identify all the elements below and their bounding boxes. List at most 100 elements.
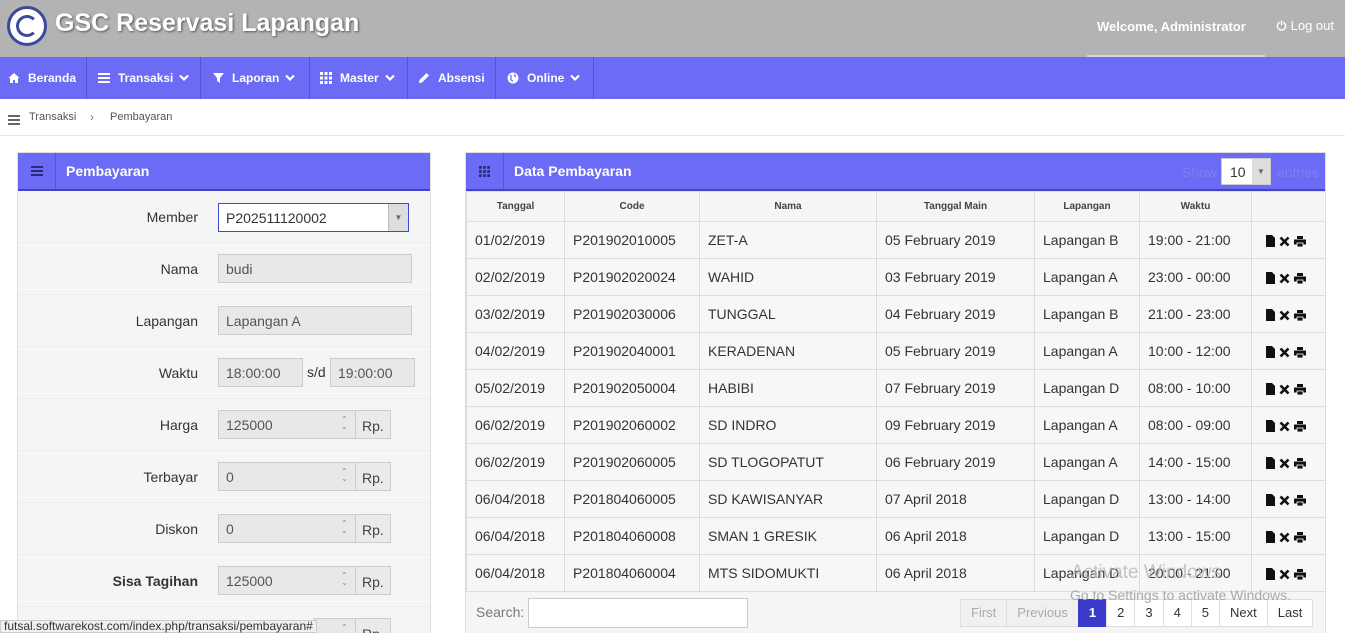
- delete-icon[interactable]: [1279, 273, 1290, 284]
- waktu-to-field[interactable]: 19:00:00: [330, 358, 415, 387]
- pager-previous[interactable]: Previous: [1006, 599, 1079, 627]
- breadcrumb-item-transaksi[interactable]: Transaksi: [29, 111, 76, 123]
- print-receipt-icon[interactable]: [1265, 531, 1275, 544]
- print-receipt-icon[interactable]: [1265, 494, 1275, 507]
- delete-icon[interactable]: [1279, 569, 1290, 580]
- diskon-field[interactable]: 0 ⌃ ⌄: [218, 514, 356, 543]
- chevron-down-icon: [570, 74, 581, 82]
- printer-icon[interactable]: [1294, 309, 1306, 322]
- nav-transaksi[interactable]: Transaksi: [87, 57, 201, 99]
- print-receipt-icon[interactable]: [1265, 346, 1275, 359]
- cell-nama: MTS SIDOMUKTI: [699, 554, 877, 592]
- cell-waktu: 13:00 - 14:00: [1139, 480, 1252, 518]
- pager-last[interactable]: Last: [1266, 599, 1314, 627]
- extra-field[interactable]: ⌃⌄: [314, 618, 356, 633]
- pager-page-5[interactable]: 5: [1190, 599, 1221, 627]
- nav-absensi[interactable]: Absensi: [408, 57, 496, 99]
- page-size-select[interactable]: 10 ▼: [1221, 158, 1271, 185]
- delete-icon[interactable]: [1279, 421, 1290, 432]
- printer-icon[interactable]: [1294, 346, 1306, 359]
- waktu-to-value: 19:00:00: [338, 365, 393, 381]
- app-title: GSC Reservasi Lapangan: [55, 9, 360, 37]
- pager-page-4[interactable]: 4: [1162, 599, 1192, 627]
- cell-tanggal: 06/04/2018: [466, 480, 565, 518]
- nav-master[interactable]: Master: [310, 57, 408, 99]
- col-header-lapangan[interactable]: Lapangan: [1034, 191, 1140, 222]
- pagination: First Previous 1 2 3 4 5 Next Last: [960, 599, 1314, 627]
- spinner-icon[interactable]: ⌃⌄: [340, 520, 349, 536]
- printer-icon[interactable]: [1294, 383, 1306, 396]
- delete-icon[interactable]: [1279, 495, 1290, 506]
- harga-field[interactable]: 125000 ⌃ ⌄: [218, 410, 356, 439]
- cell-code: P201902060005: [564, 443, 700, 481]
- print-receipt-icon[interactable]: [1265, 235, 1275, 248]
- waktu-from-value: 18:00:00: [226, 365, 281, 381]
- cell-lapangan: Lapangan D: [1034, 369, 1140, 407]
- nav-beranda[interactable]: Beranda: [0, 57, 87, 99]
- printer-icon[interactable]: [1294, 494, 1306, 507]
- print-receipt-icon[interactable]: [1265, 457, 1275, 470]
- cell-actions: [1251, 443, 1326, 481]
- member-value: P202511120002: [226, 210, 327, 226]
- list-icon: [8, 115, 20, 125]
- spinner-icon[interactable]: ⌃⌄: [340, 624, 349, 633]
- cell-waktu: 08:00 - 09:00: [1139, 406, 1252, 444]
- delete-icon[interactable]: [1279, 347, 1290, 358]
- pager-page-3[interactable]: 3: [1134, 599, 1164, 627]
- lapangan-field[interactable]: Lapangan A: [218, 306, 412, 335]
- table-row: 06/02/2019 P201902060005 SD TLOGOPATUT 06 F…: [466, 443, 1326, 481]
- print-receipt-icon[interactable]: [1265, 272, 1275, 285]
- nama-field[interactable]: budi: [218, 254, 412, 283]
- pencil-icon: [419, 73, 429, 83]
- cell-code: P201902020024: [564, 258, 700, 296]
- spinner-icon[interactable]: ⌃⌄: [340, 572, 349, 588]
- printer-icon[interactable]: [1294, 420, 1306, 433]
- pager-page-2[interactable]: 2: [1106, 599, 1136, 627]
- col-header-tanggal[interactable]: Tanggal: [466, 191, 565, 222]
- cell-code: P201804060004: [564, 554, 700, 592]
- col-header-code[interactable]: Code: [564, 191, 700, 222]
- member-select[interactable]: P202511120002 ▼: [218, 203, 409, 232]
- spinner-icon[interactable]: ⌃⌄: [340, 468, 349, 484]
- cell-lapangan: Lapangan B: [1034, 295, 1140, 333]
- nav-laporan[interactable]: Laporan: [201, 57, 310, 99]
- cell-tanggal: 06/04/2018: [466, 517, 565, 555]
- printer-icon[interactable]: [1294, 235, 1306, 248]
- cell-tanggal: 04/02/2019: [466, 332, 565, 370]
- print-receipt-icon[interactable]: [1265, 420, 1275, 433]
- cell-tanggal-main: 06 April 2018: [876, 554, 1035, 592]
- table-header-row: Tanggal Code Nama Tanggal Main Lapangan …: [466, 191, 1326, 222]
- cell-lapangan: Lapangan A: [1034, 332, 1140, 370]
- delete-icon[interactable]: [1279, 384, 1290, 395]
- printer-icon[interactable]: [1294, 457, 1306, 470]
- print-receipt-icon[interactable]: [1265, 383, 1275, 396]
- col-header-nama[interactable]: Nama: [699, 191, 877, 222]
- home-icon: [8, 73, 20, 83]
- waktu-from-field[interactable]: 18:00:00: [218, 358, 303, 387]
- spinner-icon[interactable]: ⌃⌄: [340, 416, 349, 432]
- printer-icon[interactable]: [1294, 568, 1306, 581]
- pager-first[interactable]: First: [960, 599, 1008, 627]
- cell-tanggal-main: 04 February 2019: [876, 295, 1035, 333]
- delete-icon[interactable]: [1279, 236, 1290, 247]
- print-receipt-icon[interactable]: [1265, 309, 1275, 322]
- nav-online[interactable]: Online: [496, 57, 594, 99]
- search-label: Search:: [476, 604, 525, 620]
- print-receipt-icon[interactable]: [1265, 568, 1275, 581]
- printer-icon[interactable]: [1294, 272, 1306, 285]
- sisa-tagihan-field[interactable]: 125000 ⌃ ⌄: [218, 566, 356, 595]
- panel-title: Data Pembayaran: [514, 163, 632, 179]
- delete-icon[interactable]: [1279, 532, 1290, 543]
- col-header-tanggal-main[interactable]: Tanggal Main: [876, 191, 1035, 222]
- printer-icon[interactable]: [1294, 531, 1306, 544]
- col-header-waktu[interactable]: Waktu: [1139, 191, 1252, 222]
- delete-icon[interactable]: [1279, 310, 1290, 321]
- pager-next[interactable]: Next: [1219, 599, 1268, 627]
- pager-page-1[interactable]: 1: [1077, 599, 1108, 627]
- table-row: 06/04/2018 P201804060005 SD KAWISANYAR 07 A…: [466, 480, 1326, 518]
- logout-link[interactable]: Log out: [1276, 18, 1334, 33]
- delete-icon[interactable]: [1279, 458, 1290, 469]
- cell-lapangan: Lapangan A: [1034, 258, 1140, 296]
- search-input[interactable]: [528, 598, 748, 628]
- terbayar-field[interactable]: 0 ⌃ ⌄: [218, 462, 356, 491]
